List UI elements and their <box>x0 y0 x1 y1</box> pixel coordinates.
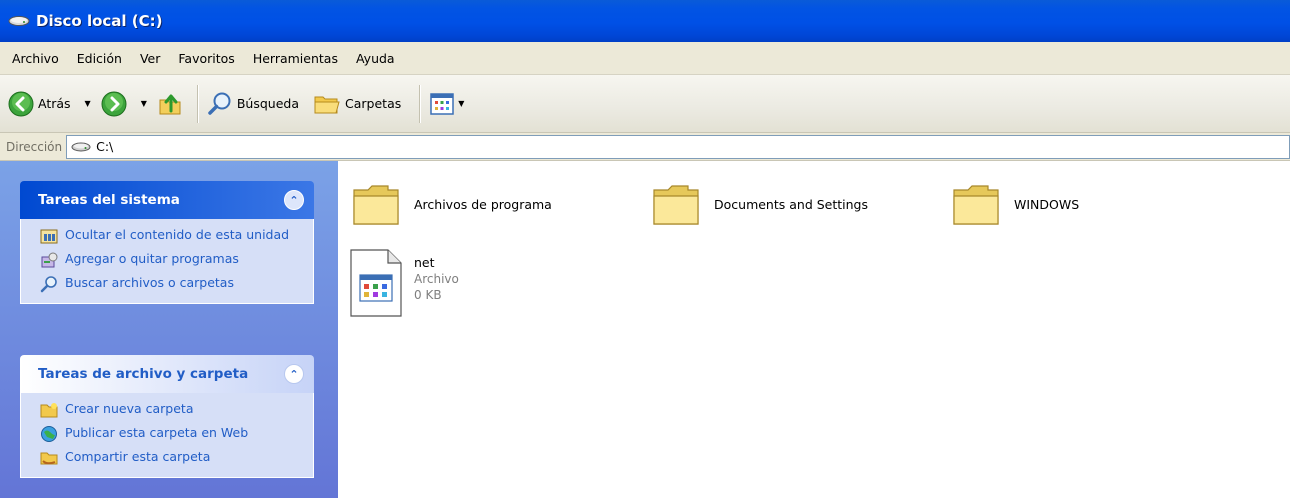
file-item[interactable]: net Archivo 0 KB <box>350 249 459 317</box>
search-button[interactable]: Búsqueda <box>207 91 299 117</box>
task-label: Agregar o quitar programas <box>65 251 239 266</box>
views-button[interactable]: ▼ <box>429 91 464 117</box>
folders-icon <box>314 96 340 113</box>
item-name: Documents and Settings <box>714 196 869 212</box>
task-label: Crear nueva carpeta <box>65 401 194 416</box>
title-bar[interactable]: Disco local (C:) <box>0 0 1290 42</box>
system-tasks-header[interactable]: Tareas del sistema ⌃ <box>20 181 314 219</box>
views-dropdown-arrow: ▼ <box>458 99 465 108</box>
file-tasks-header[interactable]: Tareas de archivo y carpeta ⌃ <box>20 355 314 393</box>
forward-dropdown-arrow[interactable]: ▼ <box>141 99 147 108</box>
search-label: Búsqueda <box>236 96 300 111</box>
address-bar: Dirección C:\ <box>0 133 1290 161</box>
menu-ver[interactable]: Ver <box>138 49 162 68</box>
file-tasks-panel: Tareas de archivo y carpeta ⌃ Crear nuev… <box>20 355 314 478</box>
back-dropdown-arrow[interactable]: ▼ <box>85 99 91 108</box>
toolbar-separator <box>196 84 199 123</box>
search-icon <box>40 276 57 293</box>
folders-label: Carpetas <box>345 96 402 111</box>
task-label: Ocultar el contenido de esta unidad <box>65 227 290 242</box>
menu-edicion[interactable]: Edición <box>75 49 124 68</box>
forward-arrow-icon <box>101 91 127 116</box>
task-label: Publicar esta carpeta en Web <box>65 425 249 440</box>
item-name: WINDOWS <box>1014 196 1080 212</box>
file-size: 0 KB <box>414 288 442 302</box>
back-button[interactable]: Atrás <box>8 91 71 117</box>
task-publish-web[interactable]: Publicar esta carpeta en Web <box>39 425 303 443</box>
hard-drive-icon <box>71 142 91 151</box>
window-title: Disco local (C:) <box>36 12 163 30</box>
collapse-icon[interactable]: ⌃ <box>284 190 304 210</box>
task-label: Compartir esta carpeta <box>65 449 211 464</box>
menu-favoritos[interactable]: Favoritos <box>176 49 236 68</box>
task-search-files[interactable]: Buscar archivos o carpetas <box>39 275 303 293</box>
task-add-remove-programs[interactable]: Agregar o quitar programas <box>39 251 303 269</box>
new-folder-icon <box>40 403 58 418</box>
hide-drive-icon <box>40 229 58 244</box>
file-tasks-body: Crear nueva carpeta Publicar esta carpet… <box>20 393 314 478</box>
file-tasks-title: Tareas de archivo y carpeta <box>38 366 249 382</box>
folder-item[interactable]: Documents and Settings <box>650 178 868 230</box>
search-icon <box>208 92 231 115</box>
address-input[interactable]: C:\ <box>66 134 1290 159</box>
up-folder-icon <box>159 94 181 114</box>
toolbar-separator <box>419 84 422 123</box>
file-type: Archivo <box>414 272 459 286</box>
back-arrow-icon <box>8 91 34 116</box>
generic-file-icon <box>350 249 402 317</box>
toolbar: Atrás ▼ ▼ Búsqueda Carpetas ▼ <box>0 75 1290 133</box>
menu-herramientas[interactable]: Herramientas <box>251 49 340 68</box>
menu-archivo[interactable]: Archivo <box>10 49 61 68</box>
address-label: Dirección <box>6 139 63 154</box>
share-folder-icon <box>40 452 58 465</box>
menu-ayuda[interactable]: Ayuda <box>354 49 397 68</box>
address-value: C:\ <box>96 139 114 154</box>
file-details: net Archivo 0 KB <box>414 255 459 303</box>
system-tasks-title: Tareas del sistema <box>38 192 180 208</box>
menu-bar: Archivo Edición Ver Favoritos Herramient… <box>0 42 1290 75</box>
folders-button[interactable]: Carpetas <box>313 91 401 117</box>
task-share-folder[interactable]: Compartir esta carpeta <box>39 449 303 467</box>
back-label: Atrás <box>38 96 71 111</box>
hard-drive-icon <box>8 16 30 26</box>
task-hide-drive[interactable]: Ocultar el contenido de esta unidad <box>39 227 303 245</box>
folder-icon <box>953 185 999 225</box>
forward-button[interactable] <box>101 91 127 117</box>
folder-item[interactable]: Archivos de programa <box>350 178 552 230</box>
views-icon <box>430 92 454 115</box>
publish-web-icon <box>41 426 57 442</box>
system-tasks-panel: Tareas del sistema ⌃ Ocultar el contenid… <box>20 181 314 304</box>
file-list: Archivos de programa Documents and Setti… <box>338 161 1290 498</box>
up-folder-button[interactable] <box>157 91 183 117</box>
item-name: net <box>414 255 435 270</box>
task-new-folder[interactable]: Crear nueva carpeta <box>39 401 303 419</box>
task-pane: Tareas del sistema ⌃ Ocultar el contenid… <box>0 161 338 498</box>
folder-icon <box>353 185 399 225</box>
collapse-icon[interactable]: ⌃ <box>284 364 304 384</box>
folder-icon <box>653 185 699 225</box>
system-tasks-body: Ocultar el contenido de esta unidad Agre… <box>20 219 314 304</box>
task-label: Buscar archivos o carpetas <box>65 275 234 290</box>
add-remove-programs-icon <box>41 252 58 268</box>
item-name: Archivos de programa <box>414 196 552 212</box>
folder-item[interactable]: WINDOWS <box>950 178 1079 230</box>
